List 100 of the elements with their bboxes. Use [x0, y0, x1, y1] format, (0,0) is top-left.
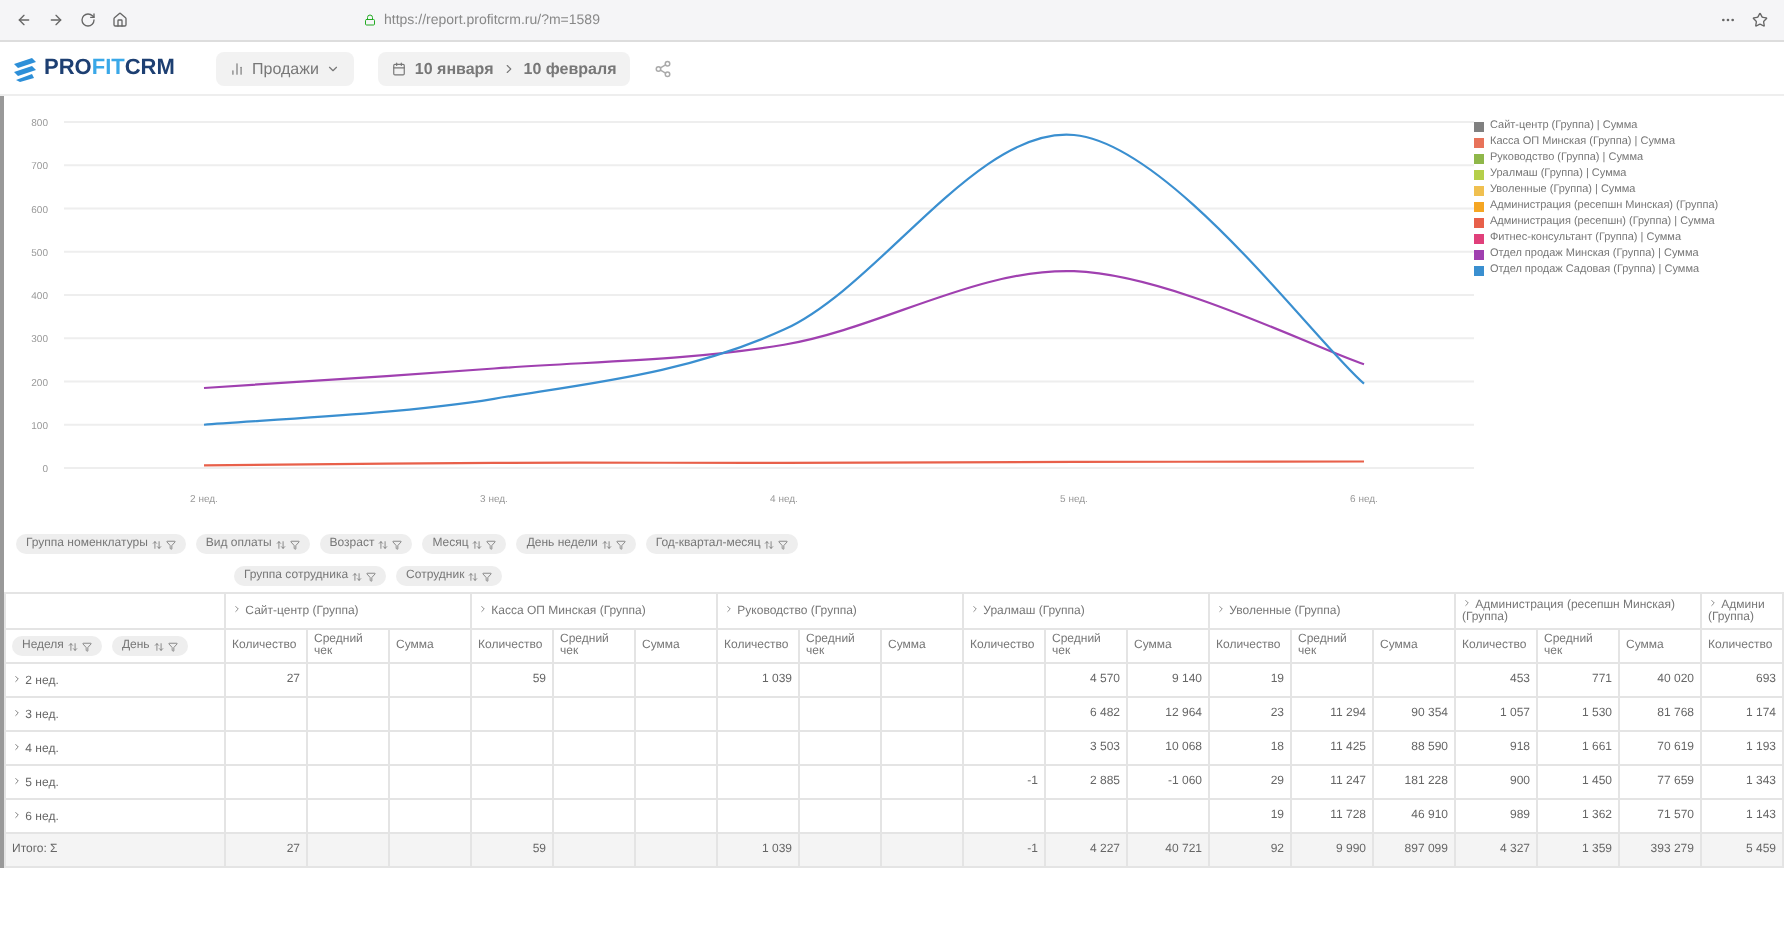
sort-icon[interactable] [764, 539, 775, 549]
table-cell [1127, 799, 1209, 833]
expand-icon[interactable] [12, 707, 22, 717]
table-cell [963, 731, 1045, 765]
table-cell [389, 697, 471, 731]
table-cell [717, 731, 799, 765]
table-cell [799, 697, 881, 731]
table-cell [389, 663, 471, 697]
table-cell [635, 697, 717, 731]
date-range-picker[interactable]: 10 января 10 февраля [378, 51, 631, 85]
expand-icon[interactable] [970, 604, 980, 614]
sort-icon[interactable] [153, 641, 164, 651]
table-cell [799, 833, 881, 867]
expand-icon[interactable] [232, 604, 242, 614]
table-cell [635, 765, 717, 799]
share-icon[interactable] [654, 59, 673, 77]
table-cell [717, 765, 799, 799]
table-cell [389, 731, 471, 765]
table-cell [1045, 799, 1127, 833]
bar-chart-icon [230, 61, 244, 75]
back-icon[interactable] [16, 12, 32, 28]
forward-icon[interactable] [48, 12, 64, 28]
table-cell [635, 731, 717, 765]
table-cell [389, 765, 471, 799]
report-select[interactable]: Продажи [216, 51, 355, 85]
sort-icon[interactable] [472, 539, 483, 549]
table-cell [307, 765, 389, 799]
table-cell [307, 833, 389, 867]
table-cell [471, 765, 553, 799]
logo-icon [12, 55, 38, 81]
table-cell [225, 765, 307, 799]
logo[interactable]: PROFITCRM [12, 55, 192, 81]
reload-icon[interactable] [80, 12, 96, 28]
filter-icon[interactable] [289, 539, 300, 549]
table-cell [471, 731, 553, 765]
sort-icon[interactable] [378, 539, 389, 549]
table-cell [963, 799, 1045, 833]
expand-icon[interactable] [1708, 598, 1718, 608]
table-cell [553, 697, 635, 731]
calendar-icon [392, 61, 407, 75]
table-cell [225, 697, 307, 731]
table-cell [635, 833, 717, 867]
expand-icon[interactable] [12, 741, 22, 751]
chevron-down-icon [326, 61, 341, 75]
bookmark-icon[interactable] [1752, 12, 1768, 28]
filter-icon[interactable] [486, 539, 497, 549]
expand-icon[interactable] [12, 775, 22, 785]
table-cell [225, 731, 307, 765]
sort-icon[interactable] [275, 539, 286, 549]
table-cell [307, 663, 389, 697]
sort-icon[interactable] [468, 571, 479, 581]
sort-icon[interactable] [601, 539, 612, 549]
expand-icon[interactable] [1462, 598, 1472, 608]
table-cell [635, 663, 717, 697]
table-cell [225, 799, 307, 833]
filter-icon[interactable] [167, 641, 178, 651]
table-cell [553, 833, 635, 867]
expand-icon[interactable] [12, 809, 22, 819]
table-cell [389, 833, 471, 867]
table-cell [307, 697, 389, 731]
expand-icon[interactable] [724, 604, 734, 614]
expand-icon[interactable] [478, 604, 488, 614]
table-cell [635, 799, 717, 833]
table-cell [1291, 663, 1373, 697]
table-cell [307, 731, 389, 765]
home-icon[interactable] [112, 12, 128, 28]
filter-icon[interactable] [165, 539, 176, 549]
table-cell [881, 833, 963, 867]
table-cell [717, 697, 799, 731]
table-cell [307, 799, 389, 833]
sort-icon[interactable] [151, 539, 162, 549]
table-cell [963, 697, 1045, 731]
table-cell [881, 799, 963, 833]
table-cell [881, 663, 963, 697]
table-cell [389, 799, 471, 833]
filter-icon[interactable] [482, 571, 493, 581]
filter-icon[interactable] [81, 641, 92, 651]
expand-icon[interactable] [1216, 604, 1226, 614]
table-cell [881, 697, 963, 731]
table-cell [471, 697, 553, 731]
table-cell [799, 663, 881, 697]
filter-icon[interactable] [366, 571, 377, 581]
filter-icon[interactable] [392, 539, 403, 549]
sort-icon[interactable] [352, 571, 363, 581]
table-cell [799, 765, 881, 799]
table-cell [553, 663, 635, 697]
expand-icon[interactable] [12, 673, 22, 683]
table-cell [717, 799, 799, 833]
sort-icon[interactable] [67, 641, 78, 651]
table-cell [799, 799, 881, 833]
chevron-right-icon [501, 61, 516, 75]
table-cell [799, 731, 881, 765]
table-cell [471, 799, 553, 833]
table-cell [553, 731, 635, 765]
table-cell [553, 765, 635, 799]
filter-icon[interactable] [615, 539, 626, 549]
table-cell [881, 731, 963, 765]
table-cell [1373, 663, 1455, 697]
table-cell [553, 799, 635, 833]
filter-icon[interactable] [778, 539, 789, 549]
